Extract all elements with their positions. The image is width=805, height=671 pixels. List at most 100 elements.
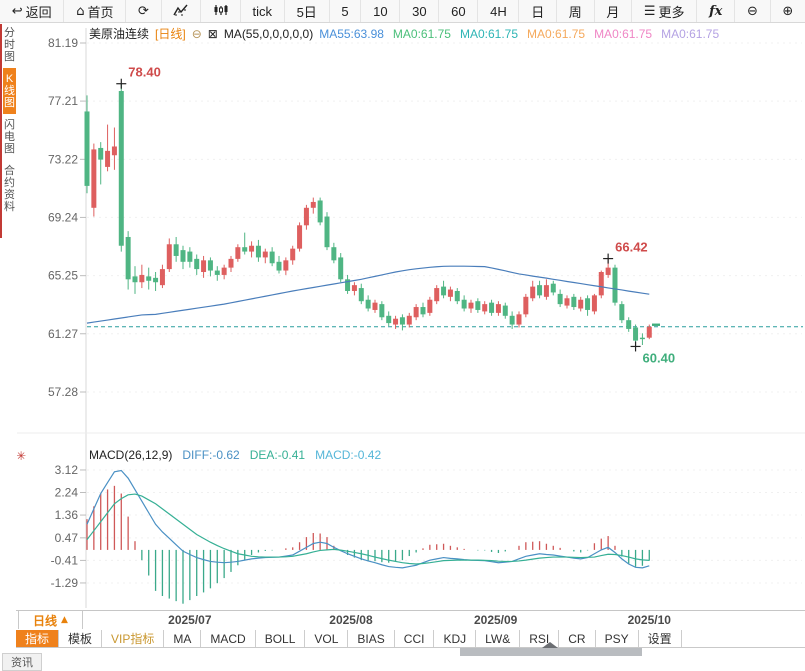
svg-text:1.36: 1.36 xyxy=(55,508,79,522)
ma-value-1: MA0:61.75 xyxy=(393,27,451,41)
period-selector[interactable]: 日线 ▲ xyxy=(18,611,83,629)
back-label: 返回 xyxy=(26,2,52,21)
x-axis-month-label: 2025/07 xyxy=(150,613,230,627)
macd-header: MACD(26,12,9) DIFF:-0.62DEA:-0.41MACD:-0… xyxy=(89,448,381,462)
svg-text:61.27: 61.27 xyxy=(48,327,78,341)
horizontal-scrollbar-thumb[interactable] xyxy=(460,648,642,656)
tab-指标[interactable]: 指标 xyxy=(16,630,59,647)
toolbar-more-button[interactable]: ☰更多 xyxy=(632,0,697,22)
tab-MA[interactable]: MA xyxy=(164,630,201,647)
period-30-label: 30 xyxy=(412,4,426,19)
period-week-label: 周 xyxy=(569,2,582,21)
ma-value-4: MA0:61.75 xyxy=(594,27,652,41)
tab-CCI[interactable]: CCI xyxy=(395,630,435,647)
period-tag: [日线] xyxy=(155,25,186,42)
back-icon: ↩ xyxy=(12,5,23,18)
chart-canvas: 81.1977.2173.2269.2465.2561.2757.283.122… xyxy=(0,0,805,669)
tab-模板[interactable]: 模板 xyxy=(59,630,102,647)
macd-formula: MACD(26,12,9) xyxy=(89,448,172,462)
ma-formula: MA(55,0,0,0,0,0) xyxy=(224,27,313,41)
toolbar-tick-button[interactable]: tick xyxy=(241,0,285,22)
tab-设置[interactable]: 设置 xyxy=(639,630,682,647)
svg-text:2.24: 2.24 xyxy=(55,486,79,500)
toolbar-zoom-out-icon[interactable]: ⊖ xyxy=(735,0,770,22)
tab-MACD[interactable]: MACD xyxy=(201,630,255,647)
period-4h-label: 4H xyxy=(490,4,507,19)
tab-BIAS[interactable]: BIAS xyxy=(348,630,394,647)
toolbar-period-10-button[interactable]: 10 xyxy=(361,0,400,22)
candle-chart-icon xyxy=(213,4,228,19)
svg-text:78.40: 78.40 xyxy=(128,65,161,80)
sidebar-item-time-share[interactable]: 分时图 xyxy=(3,22,16,68)
home-icon: ⌂ xyxy=(76,5,84,18)
chart-type-sidebar: 分时图K线图闪电图合约资料 xyxy=(0,22,17,669)
formula-box-icon: ⊠ xyxy=(208,27,218,41)
svg-text:3.12: 3.12 xyxy=(55,463,79,477)
x-axis-month-label: 2025/08 xyxy=(311,613,391,627)
toolbar-period-5d-button[interactable]: 5日 xyxy=(285,0,330,22)
indicator-tabs: 指标模板VIP指标MAMACDBOLLVOLBIASCCIKDJLW&RSICR… xyxy=(16,630,805,648)
price-pane xyxy=(85,84,804,347)
ma-value-0: MA55:63.98 xyxy=(319,27,384,41)
ma-values: MA55:63.98 MA0:61.75 MA0:61.75 MA0:61.75 MA0… xyxy=(319,27,719,41)
chevron-up-icon: ▲ xyxy=(61,615,68,625)
svg-text:77.21: 77.21 xyxy=(48,94,78,108)
ma-value-3: MA0:61.75 xyxy=(527,27,585,41)
macd-value-2: MACD:-0.42 xyxy=(315,448,381,462)
chart-header: 美原油连续 [日线] ⊖ ⊠ MA(55,0,0,0,0,0) MA55:63.… xyxy=(89,25,719,42)
toolbar-period-5-button[interactable]: 5 xyxy=(330,0,362,22)
toolbar-period-month-button[interactable]: 月 xyxy=(595,0,633,22)
toolbar-period-4h-button[interactable]: 4H xyxy=(478,0,519,22)
tab-CR[interactable]: CR xyxy=(559,630,595,647)
period-10-label: 10 xyxy=(373,4,387,19)
news-tab[interactable]: 资讯 xyxy=(2,653,42,671)
toolbar-period-30-button[interactable]: 30 xyxy=(400,0,439,22)
bottom-strip: 资讯 xyxy=(0,648,805,669)
macd-value-1: DEA:-0.41 xyxy=(250,448,305,462)
top-toolbar: ↩返回⌂首页⟳tick5日51030604H日周月☰更多fx⊖⊕ xyxy=(0,0,805,23)
tab-LW&[interactable]: LW& xyxy=(476,630,520,647)
toolbar-fx-button[interactable]: fx xyxy=(697,0,735,22)
tab-BOLL[interactable]: BOLL xyxy=(256,630,306,647)
svg-text:-0.41: -0.41 xyxy=(51,553,79,567)
refresh-icon: ⟳ xyxy=(138,5,149,18)
svg-text:65.25: 65.25 xyxy=(48,269,78,283)
period-5d-label: 5日 xyxy=(297,2,317,21)
period-day-label: 日 xyxy=(531,2,544,21)
tab-VIP指标[interactable]: VIP指标 xyxy=(102,630,164,647)
tab-PSY[interactable]: PSY xyxy=(596,630,639,647)
svg-text:73.22: 73.22 xyxy=(48,152,78,166)
sidebar-item-kline[interactable]: K线图 xyxy=(3,68,16,114)
toolbar-period-60-button[interactable]: 60 xyxy=(439,0,478,22)
period-60-label: 60 xyxy=(451,4,465,19)
toolbar-candle-chart-icon[interactable] xyxy=(201,0,241,22)
axis-labels: 81.1977.2173.2269.2465.2561.2757.283.122… xyxy=(48,36,78,590)
sidebar-item-contract-info[interactable]: 合约资料 xyxy=(3,160,16,218)
x-axis-row: 日线 ▲ 2025/072025/082025/092025/10 xyxy=(16,610,805,631)
charting-app: { "toolbar": { "items": [ {"id":"back","… xyxy=(0,0,805,669)
toolbar-period-week-button[interactable]: 周 xyxy=(557,0,595,22)
toolbar-area-chart-icon[interactable] xyxy=(162,0,202,22)
zoom-out-icon: ⊖ xyxy=(747,5,758,18)
symbol-name: 美原油连续 xyxy=(89,25,149,42)
period-5-label: 5 xyxy=(341,4,348,19)
indicator-param-icon[interactable]: ✳ xyxy=(16,449,26,463)
more-label: 更多 xyxy=(659,2,685,21)
tab-KDJ[interactable]: KDJ xyxy=(434,630,476,647)
period-month-label: 月 xyxy=(606,2,619,21)
toolbar-zoom-in-icon[interactable]: ⊕ xyxy=(771,0,805,22)
more-icon: ☰ xyxy=(644,5,656,18)
collapse-icon[interactable]: ⊖ xyxy=(192,27,202,41)
macd-values: DIFF:-0.62DEA:-0.41MACD:-0.42 xyxy=(182,448,381,462)
sidebar-item-lightning[interactable]: 闪电图 xyxy=(3,114,16,160)
tab-VOL[interactable]: VOL xyxy=(305,630,348,647)
toolbar-home-button[interactable]: ⌂首页 xyxy=(64,0,126,22)
toolbar-back-button[interactable]: ↩返回 xyxy=(0,0,64,22)
tick-label: tick xyxy=(253,4,273,19)
macd-pane xyxy=(87,470,649,603)
toolbar-refresh-icon[interactable]: ⟳ xyxy=(126,0,161,22)
ma-value-5: MA0:61.75 xyxy=(661,27,719,41)
svg-text:57.28: 57.28 xyxy=(48,385,78,399)
zoom-in-icon: ⊕ xyxy=(782,5,793,18)
toolbar-period-day-button[interactable]: 日 xyxy=(519,0,557,22)
